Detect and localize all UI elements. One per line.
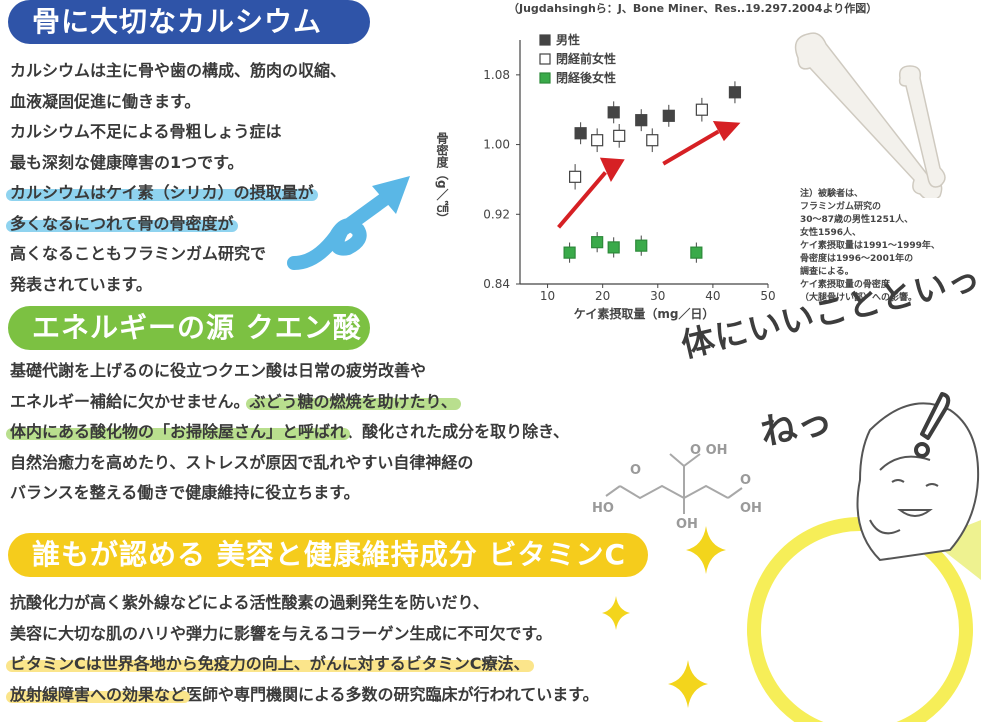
legend-marker (539, 34, 551, 46)
data-point (635, 239, 648, 252)
y-axis-label: 骨密度（g／㎠） (435, 132, 449, 225)
data-point (613, 129, 626, 142)
line-text: 発表されています。 (10, 274, 152, 294)
mol-label-oh-top: O OH (690, 443, 728, 458)
legend-label: 閉経後女性 (556, 70, 616, 85)
line-text: 美容に大切な肌のハリや弾力に影響を与えるコラーゲン生成に不可欠です。 (10, 623, 552, 643)
line-text: カルシウムは主に骨や歯の構成、筋肉の収縮、 (10, 61, 347, 80)
legend-marker (539, 53, 551, 65)
section-title-citric-acid: エネルギーの源 クエン酸 (8, 306, 370, 350)
line-text: 血液凝固促進に働きます。 (10, 91, 201, 111)
chart-caption: （Jugdahsinghら：J、Bone Miner、Res..19.297.2… (508, 2, 878, 15)
x-tick-label: 10 (540, 289, 555, 303)
data-point (607, 106, 620, 119)
paragraph-line: 体内にある酸化物の「お掃除屋さん」と呼ばれ、酸化された成分を取り除き、 (10, 417, 569, 448)
paragraph-line: 血液凝固促進に働きます。 (10, 87, 346, 118)
x-tick-label: 40 (705, 289, 720, 303)
trend-arrow-1-head (599, 157, 625, 183)
line-text: 基礎代謝を上げるのに役立つクエン酸は日常の疲労改善や (10, 361, 427, 380)
highlighted-text: 体内にある酸化物の「お掃除屋さん」と呼ばれ (10, 422, 347, 441)
sparkle-icon (668, 660, 708, 708)
data-point (635, 114, 648, 127)
bone-density-chart: 10 20 30 40 500.840.921.001.08ケイ素摂取量（mg／日）骨密… (435, 32, 776, 321)
note-line: ケイ素摂取量は1991～1999年、 (800, 241, 940, 251)
note-line: 注）被験者は、 (800, 189, 864, 199)
line-text: 医師や専門機関による多数の研究臨床が行われています。 (186, 684, 599, 704)
note-line: 女性1596人、 (800, 228, 862, 238)
section-title-vitamin-c: 誰もが認める 美容と健康維持成分 ビタミンC (8, 533, 648, 577)
vitamin-c-paragraph: 抗酸化力が高く紫外線などによる活性酸素の過剰発生を防いだり、美容に大切な肌のハリ… (10, 588, 599, 710)
data-point (591, 134, 604, 147)
note-line: 30～87歳の男性1251人、 (800, 215, 914, 225)
data-point (574, 127, 587, 140)
paragraph-line: 基礎代謝を上げるのに役立つクエン酸は日常の疲労改善や (10, 356, 569, 387)
line-text: 高くなることもフラミンガム研究で (10, 244, 267, 263)
mol-label-o-left: O (630, 463, 641, 478)
citric-acid-paragraph: 基礎代謝を上げるのに役立つクエン酸は日常の疲労改善や エネルギー補給に欠かせません… (10, 356, 569, 509)
paragraph-line: 抗酸化力が高く紫外線などによる活性酸素の過剰発生を防いだり、 (10, 588, 599, 619)
data-point (569, 170, 582, 183)
legend-marker (539, 72, 551, 84)
paragraph-line: カルシウム不足による骨粗しょう症は (10, 117, 346, 148)
bone-illustration (794, 32, 946, 198)
highlighted-text: ビタミンCは世界各地から免疫力の向上、がんに対するビタミンC療法、 (10, 654, 530, 673)
line-text: 最も深刻な健康障害の1つです。 (10, 152, 244, 172)
line-text: カルシウム不足による骨粗しょう症は (10, 122, 282, 141)
highlighted-text: ぶどう糖の燃焼を助けたり、 (249, 391, 457, 411)
data-point (607, 241, 620, 254)
x-tick-label: 30 (650, 289, 665, 303)
sparkle-icon (602, 596, 630, 630)
y-tick-label: 0.84 (483, 277, 510, 291)
trend-arrow-1 (557, 171, 607, 229)
line-text: カルシウムはケイ素（シリカ）の摂取量が (10, 183, 314, 202)
data-point (646, 134, 659, 147)
legend-label: 閉経前女性 (556, 51, 616, 66)
line-text: 自然治癒力を高めたり、ストレスが原因で乱れやすい自律神経の (10, 452, 474, 472)
sparkle-icon (686, 526, 726, 574)
x-tick-label: 20 (595, 289, 610, 303)
line-text: 抗酸化力が高く紫外線などによる活性酸素の過剰発生を防いだり、 (10, 593, 489, 612)
data-point (695, 103, 708, 116)
legend-label: 男性 (556, 32, 580, 47)
line-text: エネルギー補給に欠かせません。 (10, 391, 250, 411)
data-point (591, 236, 604, 249)
y-tick-label: 1.08 (483, 68, 510, 82)
y-tick-label: 0.92 (483, 207, 510, 221)
line-text: バランスを整える働きで健康維持に役立ちます。 (10, 483, 360, 502)
data-point (563, 246, 576, 259)
paragraph-line: 自然治癒力を高めたり、ストレスが原因で乱れやすい自律神経の (10, 448, 569, 479)
mol-label-ho-left: HO (592, 501, 614, 516)
paragraph-line: 美容に大切な肌のハリや弾力に影響を与えるコラーゲン生成に不可欠です。 (10, 619, 599, 650)
note-line: フラミンガム研究の (800, 202, 882, 212)
paragraph-line: エネルギー補給に欠かせません。ぶどう糖の燃焼を助けたり、 (10, 387, 569, 418)
paragraph-line: 放射線障害への効果など医師や専門機関による多数の研究臨床が行われています。 (10, 680, 599, 711)
data-point (690, 246, 703, 259)
line-text: 多くなるにつれて骨の骨密度が (10, 213, 234, 233)
exclamation-icon (914, 392, 951, 458)
y-tick-label: 1.00 (483, 138, 510, 152)
line-text: 、酸化された成分を取り除き、 (346, 422, 570, 441)
trend-arrow-2 (662, 129, 720, 166)
paragraph-line: ビタミンCは世界各地から免疫力の向上、がんに対するビタミンC療法、 (10, 649, 599, 680)
data-point (728, 86, 742, 99)
section-title-calcium: 骨に大切なカルシウム (8, 0, 370, 44)
highlighted-text: 放射線障害への効果など (10, 684, 187, 704)
paragraph-line: バランスを整える働きで健康維持に役立ちます。 (10, 478, 569, 509)
paragraph-line: カルシウムは主に骨や歯の構成、筋肉の収縮、 (10, 56, 346, 87)
data-point (662, 109, 675, 122)
